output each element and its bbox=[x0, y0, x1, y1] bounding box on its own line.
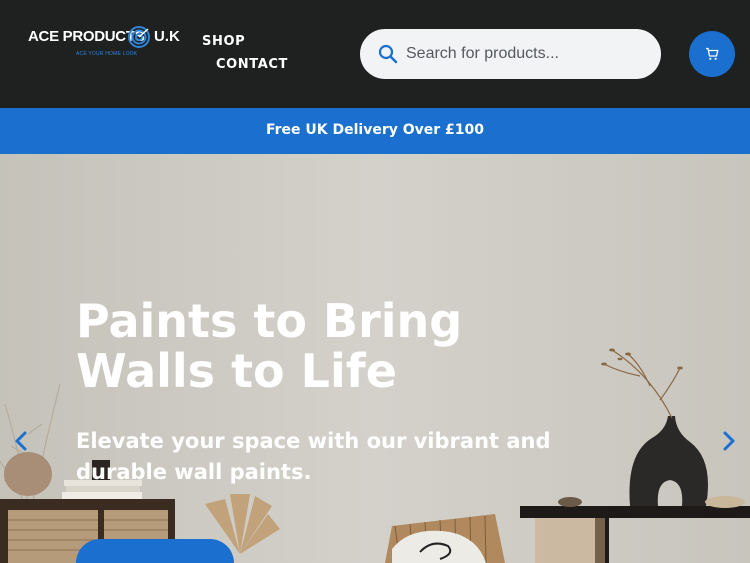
chevron-left-icon[interactable] bbox=[12, 430, 30, 452]
shop-now-button[interactable]: Shop Now bbox=[76, 539, 234, 563]
nav-shop-link[interactable]: SHOP bbox=[202, 34, 245, 49]
nav-contact-link[interactable]: CONTACT bbox=[216, 57, 288, 72]
logo-tagline: ACE YOUR HOME LOOK bbox=[76, 51, 138, 57]
cart-icon bbox=[706, 47, 719, 60]
logo-name: ACE PRODUCTS bbox=[28, 28, 145, 45]
target-icon bbox=[128, 26, 150, 48]
hero-title-line-1: Paints to Bring bbox=[76, 294, 463, 348]
logo-suffix: U.K bbox=[154, 28, 180, 45]
promo-banner-text: Free UK Delivery Over £100 bbox=[265, 122, 485, 138]
cart-button[interactable] bbox=[689, 31, 735, 77]
hero-slider: Paints to Bring Walls to Life Elevate yo… bbox=[0, 154, 750, 563]
search-box[interactable] bbox=[360, 29, 661, 79]
chevron-right-icon[interactable] bbox=[720, 430, 738, 452]
site-header: ACE PRODUCTS U.K ACE YOUR HOME LOOK SHOP… bbox=[0, 0, 750, 108]
promo-banner: Free UK Delivery Over £100 bbox=[0, 108, 750, 154]
search-input[interactable] bbox=[406, 38, 646, 70]
site-logo[interactable]: ACE PRODUCTS U.K ACE YOUR HOME LOOK bbox=[28, 26, 180, 62]
search-icon[interactable] bbox=[378, 44, 398, 64]
hero-title: Paints to Bring Walls to Life bbox=[76, 296, 536, 396]
hero-title-line-2: Walls to Life bbox=[76, 344, 397, 398]
hero-subtitle: Elevate your space with our vibrant and … bbox=[76, 429, 551, 484]
